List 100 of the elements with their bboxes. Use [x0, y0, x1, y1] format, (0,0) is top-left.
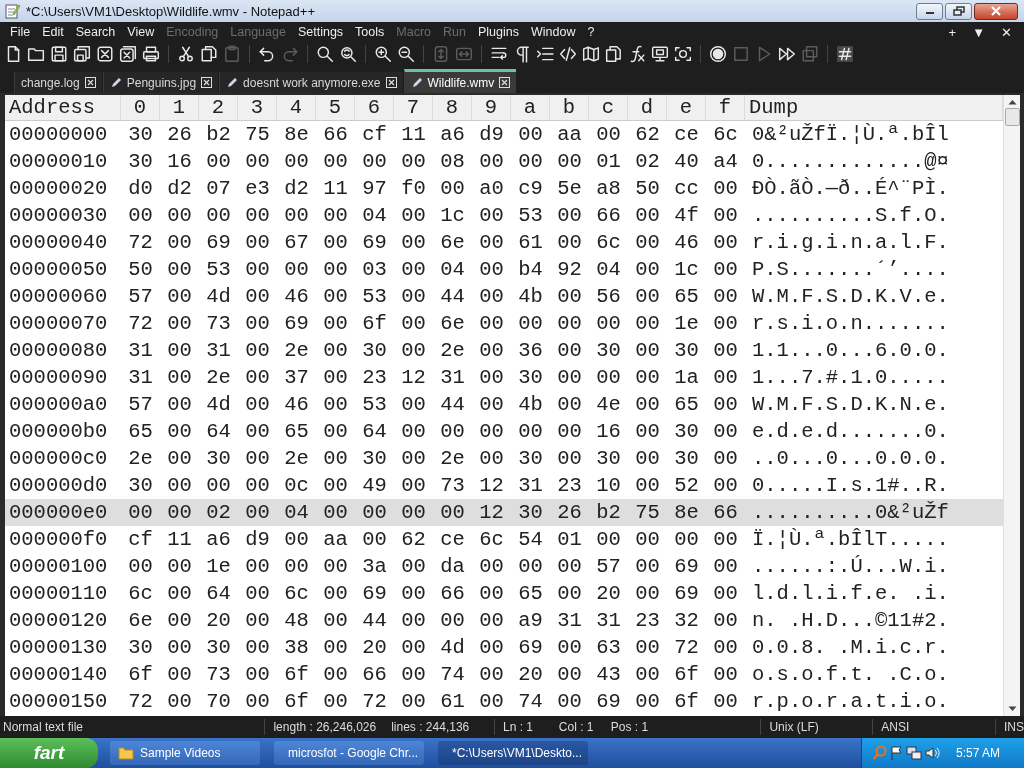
menu-item[interactable]: Edit — [36, 25, 70, 39]
table-row[interactable]: 00000040 72 00 69 00 67 00 69 00 6e 00 61 00 6c 00 46 00 r.i.g.i.n.a.l.F. — [5, 229, 1003, 256]
menu-item[interactable]: Tools — [349, 25, 391, 39]
hex-cell-text: 48 — [283, 609, 310, 632]
hex-cell-text: 61 — [517, 231, 544, 254]
hex-cell-text: 00 — [244, 393, 271, 416]
replace-icon[interactable] — [339, 45, 357, 63]
zoom-out-icon[interactable] — [397, 45, 415, 63]
tab[interactable]: change.log — [14, 72, 102, 93]
table-row[interactable]: 00000010 30 16 00 00 00 00 00 00 08 00 00 00 01 02 40 a4 0.............@¤ — [5, 148, 1003, 175]
scroll-down-icon[interactable] — [1007, 706, 1017, 712]
tab[interactable]: Penguins.jpg — [102, 72, 219, 93]
maximize-button[interactable] — [945, 2, 972, 20]
hex-cell-text: 00 — [322, 258, 349, 281]
function-icon[interactable] — [628, 45, 646, 63]
menu-item[interactable]: View — [121, 25, 161, 39]
close-icon[interactable] — [96, 45, 114, 63]
printer-icon[interactable] — [142, 45, 160, 63]
hex-cell-text: 00 — [634, 474, 661, 497]
menu-item[interactable]: Settings — [291, 25, 350, 39]
table-row[interactable]: 00000110 6c 00 64 00 6c 00 69 00 66 00 65 00 20 00 69 00 l.d.l.i.f.e. .i. — [5, 580, 1003, 607]
minimize-button[interactable] — [916, 2, 943, 20]
table-row[interactable]: 00000140 6f 00 73 00 6f 00 66 00 74 00 20 00 43 00 6f 00 o.s.o.f.t. .C.o. — [5, 661, 1003, 688]
search-icon[interactable] — [316, 45, 334, 63]
scissors-icon[interactable] — [177, 45, 195, 63]
scrollbar[interactable] — [1003, 95, 1020, 716]
floppy-disks-icon[interactable] — [73, 45, 91, 63]
taskbar-button[interactable]: microsfot - Google Chr... — [274, 741, 424, 765]
flag-icon[interactable] — [889, 745, 904, 761]
table-row[interactable]: 00000030 00 00 00 00 00 00 04 00 1c 00 53 00 66 00 4f 00 ..........S.f.O. — [5, 202, 1003, 229]
close-all-icon[interactable] — [119, 45, 137, 63]
table-row[interactable]: 00000000 30 26 b2 75 8e 66 cf 11 a6 d9 00 aa 00 62 ce 6c 0&²uŽfÏ.¦Ù.ª.bÎl — [5, 121, 1003, 148]
table-row[interactable]: 000000d0 30 00 00 00 0c 00 49 00 73 12 31 23 10 00 52 00 0.....I.s.1#..R. — [5, 472, 1003, 499]
undo-icon[interactable] — [258, 45, 276, 63]
copy-icon[interactable] — [200, 45, 218, 63]
menu-button[interactable]: ✕ — [993, 24, 1020, 40]
hex-cell-text: 30 — [673, 447, 700, 470]
table-row[interactable]: 000000b0 65 00 64 00 65 00 64 00 00 00 00 00 16 00 30 00 e.d.e.d.......0. — [5, 418, 1003, 445]
fast-forward-icon[interactable] — [778, 45, 796, 63]
folder-icon[interactable] — [27, 45, 45, 63]
table-row[interactable]: 00000130 30 00 30 00 38 00 20 00 4d 00 69 00 63 00 72 00 0.0.8. .M.i.c.r. — [5, 634, 1003, 661]
monitor-icon[interactable] — [651, 45, 669, 63]
table-row[interactable]: 00000080 31 00 31 00 2e 00 30 00 2e 00 36 00 30 00 30 00 1.1...0...6.0.0. — [5, 337, 1003, 364]
hex-cell-text: 00 — [166, 609, 193, 632]
table-row[interactable]: 00000090 31 00 2e 00 37 00 23 12 31 00 30 00 00 00 1a 00 1...7.#.1.0..... — [5, 364, 1003, 391]
code-icon[interactable] — [559, 45, 577, 63]
menu-item[interactable]: Plugins — [471, 25, 525, 39]
hex-cell-text: 00 — [595, 528, 622, 551]
tab[interactable]: Wildlife.wmv — [403, 69, 517, 93]
table-row[interactable]: 00000060 57 00 4d 00 46 00 53 00 44 00 4b 00 56 00 65 00 W.M.F.S.D.K.V.e. — [5, 283, 1003, 310]
scroll-thumb[interactable] — [1004, 108, 1020, 126]
table-row[interactable]: 00000120 6e 00 20 00 48 00 44 00 00 00 a9 31 31 23 32 00 n. .H.D...©11#2. — [5, 607, 1003, 634]
close-icon[interactable] — [385, 77, 397, 88]
table-row[interactable]: 000000e0 00 00 02 00 04 00 00 00 00 12 30 26 b2 75 8e 66 ..........0&²uŽf — [5, 499, 1003, 526]
hex-cell-text: 6e — [439, 231, 466, 254]
close-icon[interactable] — [499, 77, 511, 88]
dump-cell-text: n. .H.D...©11#2. — [751, 609, 950, 632]
close-icon[interactable] — [201, 77, 213, 88]
table-row[interactable]: 000000c0 2e 00 30 00 2e 00 30 00 2e 00 30 00 30 00 30 00 ..0...0...0.0.0. — [5, 445, 1003, 472]
menu-button[interactable]: + — [940, 24, 965, 40]
taskbar-button[interactable]: *C:\Users\VM1\Deskto... — [438, 741, 588, 765]
address-cell-text: 00000030 — [8, 204, 109, 227]
hex-cell-text: 00 — [244, 609, 271, 632]
hex-cell-text: 11 — [322, 177, 349, 200]
taskbar-button[interactable]: Sample Videos — [110, 741, 260, 765]
indent-icon[interactable] — [536, 45, 554, 63]
clock[interactable]: 5:57 AM — [955, 746, 1000, 760]
hex-cell-text: 00 — [712, 366, 739, 389]
table-row[interactable]: 00000150 72 00 70 00 6f 00 72 00 61 00 74 00 69 00 6f 00 r.p.o.r.a.t.i.o. — [5, 688, 1003, 715]
zoom-in-icon[interactable] — [374, 45, 392, 63]
network-icon[interactable] — [905, 745, 922, 761]
close-icon[interactable] — [84, 77, 96, 88]
menu-item[interactable]: Search — [69, 25, 122, 39]
table-row[interactable]: 00000100 00 00 1e 00 00 00 3a 00 da 00 00 00 57 00 69 00 ......:.Ú...W.i. — [5, 553, 1003, 580]
table-row[interactable]: 000000a0 57 00 4d 00 46 00 53 00 44 00 4b 00 4e 00 65 00 W.M.F.S.D.K.N.e. — [5, 391, 1003, 418]
status-text: INS — [1003, 720, 1024, 734]
word-wrap-icon[interactable] — [490, 45, 508, 63]
screen-capture-icon[interactable] — [674, 45, 692, 63]
table-row[interactable]: 00000020 d0 d2 07 e3 d2 11 97 f0 00 a0 c9 5e a8 50 cc 00 ÐÒ.ãÒ.—ð..É^¨PÌ. — [5, 175, 1003, 202]
hex-cell-text: 00 — [400, 393, 427, 416]
documents-icon[interactable] — [605, 45, 623, 63]
tab[interactable]: doesnt work anymore.exe — [219, 72, 403, 93]
menu-item[interactable]: File — [4, 25, 37, 39]
record-icon[interactable] — [709, 45, 727, 63]
menu-item[interactable]: ? — [581, 25, 601, 39]
hex-cell-text: 11 — [166, 528, 193, 551]
scroll-up-icon[interactable] — [1007, 99, 1017, 105]
table-row[interactable]: 00000070 72 00 73 00 69 00 6f 00 6e 00 00 00 00 00 1e 00 r.s.i.o.n....... — [5, 310, 1003, 337]
speaker-icon[interactable] — [923, 745, 940, 761]
hex-cell-text: 00 — [244, 420, 271, 443]
map-icon[interactable] — [582, 45, 600, 63]
close-button[interactable] — [974, 2, 1018, 20]
hex-cell-text: 00 — [556, 150, 583, 173]
hex-cell-text: 92 — [556, 258, 583, 281]
menu-button[interactable]: ▼ — [964, 24, 993, 40]
hash-icon[interactable] — [836, 45, 854, 63]
column-header: 6 — [355, 95, 394, 120]
table-row[interactable]: 00000050 50 00 53 00 00 00 03 00 04 00 b4 92 04 00 1c 00 P.S.......´’.... — [5, 256, 1003, 283]
table-row[interactable]: 000000f0 cf 11 a6 d9 00 aa 00 62 ce 6c 54 01 00 00 00 00 Ï.¦Ù.ª.bÎlT..... — [5, 526, 1003, 553]
menu-item[interactable]: Window — [524, 25, 582, 39]
